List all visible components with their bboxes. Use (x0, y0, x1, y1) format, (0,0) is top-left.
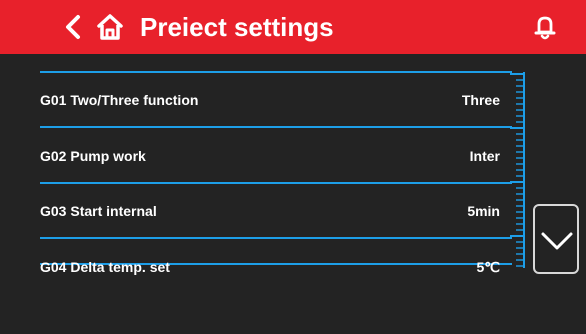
setting-label: G02 Pump work (40, 148, 146, 164)
setting-value: 5℃ (476, 259, 500, 275)
setting-value: 5min (467, 203, 500, 219)
setting-value: Inter (469, 148, 500, 164)
project-settings-screen: Preiect settings G01 Two/Three function … (0, 0, 586, 334)
header-bar: Preiect settings (0, 0, 586, 54)
scroll-down-button[interactable] (533, 204, 579, 274)
setting-row-g03[interactable]: G03 Start internal 5min (40, 183, 512, 238)
home-icon[interactable] (96, 13, 124, 41)
page-title: Preiect settings (140, 12, 334, 42)
setting-row-g01[interactable]: G01 Two/Three function Three (40, 72, 512, 127)
scroll-scale[interactable] (508, 72, 526, 268)
bell-icon[interactable] (534, 14, 556, 40)
chevron-down-icon (541, 232, 573, 250)
setting-label: G04 Delta temp. set (40, 259, 170, 275)
chevron-left-icon[interactable] (60, 12, 88, 42)
setting-label: G03 Start internal (40, 203, 157, 219)
setting-value: Three (461, 92, 500, 108)
setting-row-g04[interactable]: G04 Delta temp. set 5℃ (40, 239, 512, 294)
setting-row-g02[interactable]: G02 Pump work Inter (40, 128, 512, 183)
setting-label: G01 Two/Three function (40, 92, 199, 108)
settings-list: G01 Two/Three function Three G02 Pump wo… (40, 72, 512, 275)
